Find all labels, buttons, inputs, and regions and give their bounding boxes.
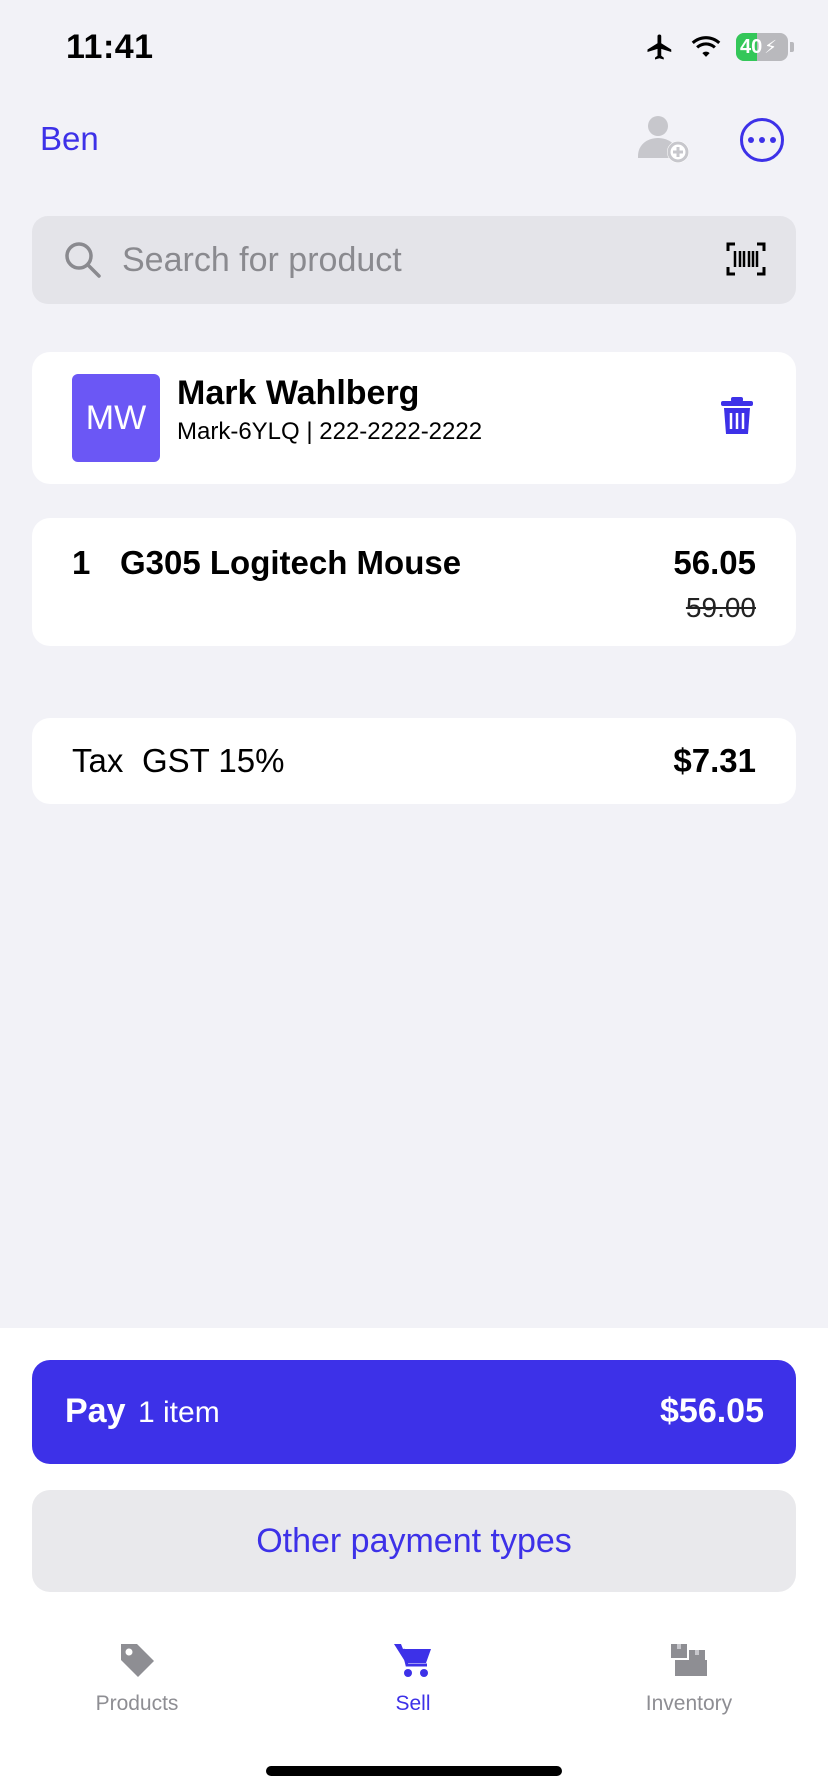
tax-label: Tax xyxy=(72,742,124,779)
customer-name: Mark Wahlberg xyxy=(177,374,420,412)
trash-icon[interactable] xyxy=(720,396,754,436)
battery-cap xyxy=(790,42,794,52)
tax-amount: $7.31 xyxy=(673,742,756,779)
tab-sell[interactable]: Sell xyxy=(333,1640,493,1716)
home-indicator[interactable] xyxy=(266,1766,562,1776)
search-icon xyxy=(65,242,101,278)
add-customer-icon[interactable] xyxy=(636,114,692,166)
tax-row[interactable]: Tax GST 15% $7.31 xyxy=(32,718,796,804)
tab-products[interactable]: Products xyxy=(57,1640,217,1716)
search-input[interactable] xyxy=(120,239,684,281)
charging-icon: ⚡ xyxy=(764,36,777,57)
more-dot-icon xyxy=(770,137,776,143)
item-price: 56.05 xyxy=(673,544,756,581)
tab-inventory[interactable]: Inventory xyxy=(609,1640,769,1716)
product-search-bar[interactable] xyxy=(32,216,796,304)
cart-icon xyxy=(394,1644,431,1677)
battery-level: 40 xyxy=(740,35,763,58)
boxes-icon xyxy=(671,1644,707,1676)
wifi-icon xyxy=(691,36,721,57)
user-name-button[interactable]: Ben xyxy=(40,120,99,158)
item-name: G305 Logitech Mouse xyxy=(120,544,462,581)
more-dot-icon xyxy=(748,137,754,143)
more-dot-icon xyxy=(759,137,765,143)
tab-inventory-label: Inventory xyxy=(645,1692,733,1715)
pay-total: $56.05 xyxy=(660,1392,764,1430)
item-original-price: 59.00 xyxy=(685,592,756,623)
more-options-button[interactable] xyxy=(740,118,784,162)
tag-icon xyxy=(121,1644,154,1677)
status-icons: 40 ⚡ xyxy=(644,32,794,62)
cart-line-item[interactable]: 1 G305 Logitech Mouse 56.05 59.00 xyxy=(32,518,796,646)
pay-item-count: 1 item xyxy=(138,1396,220,1429)
status-time: 11:41 xyxy=(66,28,154,66)
other-payment-types-button[interactable]: Other payment types xyxy=(32,1490,796,1592)
item-quantity: 1 xyxy=(72,544,91,581)
customer-avatar: MW xyxy=(72,374,160,462)
customer-details: Mark-6YLQ | 222-2222-2222 xyxy=(177,418,483,445)
pay-button[interactable]: Pay 1 item $56.05 xyxy=(32,1360,796,1464)
customer-card[interactable]: MW Mark Wahlberg Mark-6YLQ | 222-2222-22… xyxy=(32,352,796,484)
tab-products-label: Products xyxy=(95,1692,179,1715)
barcode-scan-icon[interactable] xyxy=(726,242,766,276)
airplane-mode-icon xyxy=(647,34,672,60)
pay-label: Pay xyxy=(65,1392,126,1430)
tab-sell-label: Sell xyxy=(395,1692,431,1715)
battery-indicator: 40 ⚡ xyxy=(736,33,788,61)
tax-name: GST 15% xyxy=(142,742,285,779)
